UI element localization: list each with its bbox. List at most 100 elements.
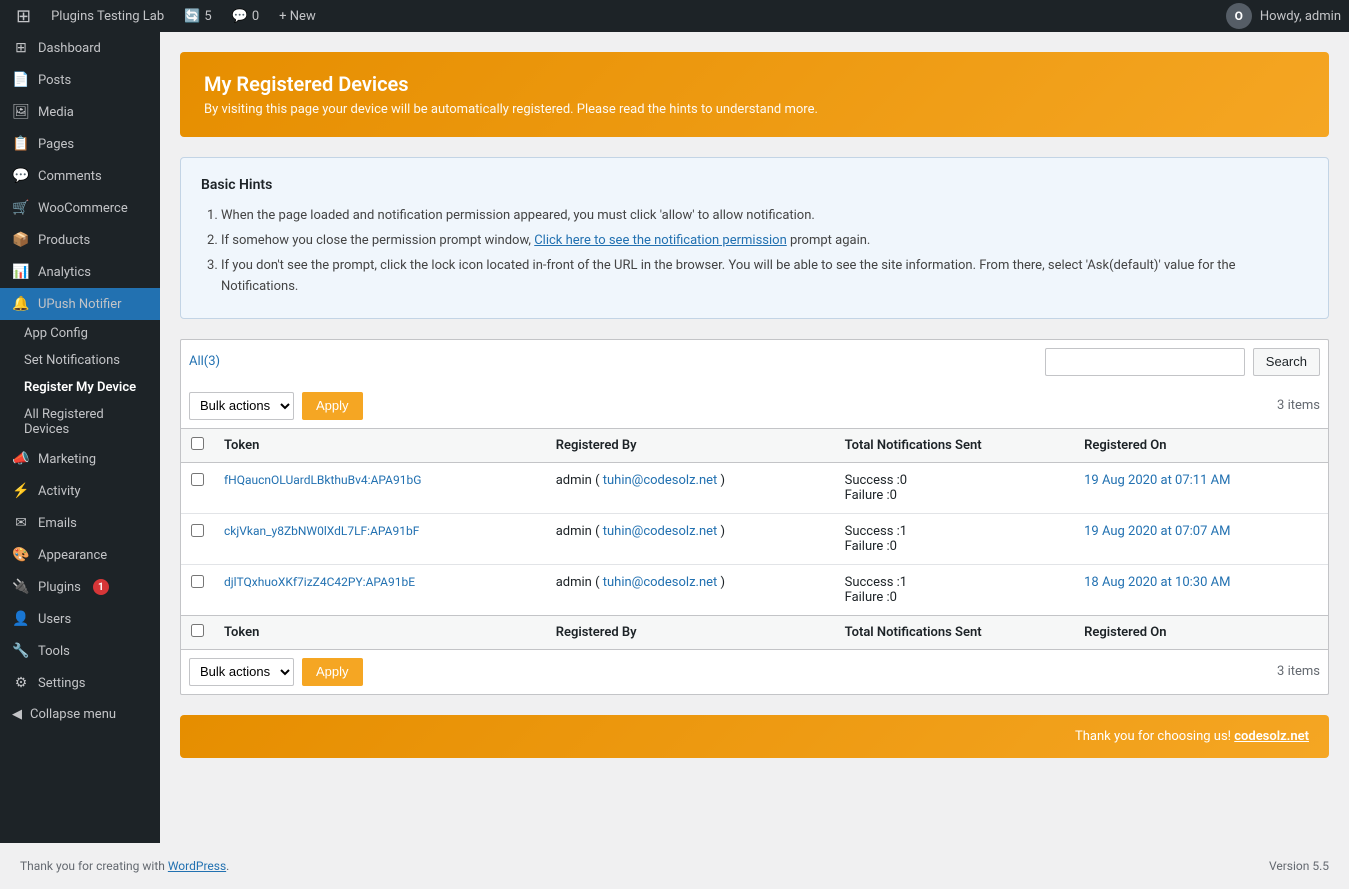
col-registered-on: Registered On <box>1074 428 1328 462</box>
col-registered-by: Registered By <box>546 428 835 462</box>
failure-count-2: Failure :0 <box>845 539 1065 554</box>
sidebar-sub-set-notifications[interactable]: Set Notifications <box>0 347 160 374</box>
row-checkbox <box>181 462 214 513</box>
sidebar-item-woocommerce[interactable]: 🛒 WooCommerce <box>0 192 160 224</box>
collapse-icon: ◀ <box>12 707 22 722</box>
sidebar-item-pages[interactable]: 📋 Pages <box>0 128 160 160</box>
avatar[interactable]: O <box>1226 3 1252 29</box>
upush-icon: 🔔 <box>12 296 30 312</box>
bulk-actions-select-bottom[interactable]: Bulk actions Delete <box>189 658 294 686</box>
footer-banner: Thank you for choosing us! codesolz.net <box>180 715 1329 758</box>
tablenav-top: All(3) Search <box>181 340 1328 384</box>
sidebar-item-label: Marketing <box>38 452 96 467</box>
bulk-actions-select-top[interactable]: Bulk actions Delete <box>189 392 294 420</box>
plugins-icon: 🔌 <box>12 579 30 595</box>
sidebar-item-upush[interactable]: 🔔 UPush Notifier <box>0 288 160 320</box>
sidebar-item-users[interactable]: 👤 Users <box>0 603 160 635</box>
success-count-2: Success :1 <box>845 524 1065 539</box>
select-all-checkbox-bottom[interactable] <box>191 624 204 637</box>
email-link-1[interactable]: tuhin@codesolz.net <box>603 473 718 488</box>
apply-button-top[interactable]: Apply <box>302 392 363 420</box>
sidebar-item-products[interactable]: 📦 Products <box>0 224 160 256</box>
col-token-footer: Token <box>214 615 546 649</box>
updates-icon: 🔄 <box>184 9 200 24</box>
row-checkbox <box>181 564 214 615</box>
apply-button-bottom[interactable]: Apply <box>302 658 363 686</box>
new-content-button[interactable]: + New <box>271 0 324 32</box>
main-content: My Registered Devices By visiting this p… <box>160 32 1349 843</box>
row-checkbox-2[interactable] <box>191 524 204 537</box>
sidebar-sub-app-config[interactable]: App Config <box>0 320 160 347</box>
emails-icon: ✉ <box>12 515 30 531</box>
updates-button[interactable]: 🔄 5 <box>176 0 220 32</box>
notifications-cell: Success :1 Failure :0 <box>835 564 1075 615</box>
site-name-button[interactable]: Plugins Testing Lab <box>43 0 172 32</box>
settings-icon: ⚙ <box>12 675 30 691</box>
wordpress-link[interactable]: WordPress <box>168 859 226 873</box>
tools-icon: 🔧 <box>12 643 30 659</box>
sidebar-sub-all-registered[interactable]: All Registered Devices <box>0 401 160 443</box>
sidebar-item-marketing[interactable]: 📣 Marketing <box>0 443 160 475</box>
footer-banner-link[interactable]: codesolz.net <box>1234 729 1309 744</box>
token-link-2[interactable]: ckjVkan_y8ZbNW0lXdL7LF:APA91bF <box>224 524 419 538</box>
select-all-checkbox-top[interactable] <box>191 437 204 450</box>
reg-date-1: 19 Aug 2020 at 07:11 AM <box>1084 473 1230 488</box>
sidebar-item-appearance[interactable]: 🎨 Appearance <box>0 539 160 571</box>
sidebar-item-plugins[interactable]: 🔌 Plugins 1 <box>0 571 160 603</box>
collapse-menu-button[interactable]: ◀ Collapse menu <box>0 699 160 730</box>
sidebar-item-label: Media <box>38 105 74 120</box>
comments-icon: 💬 <box>232 9 248 24</box>
row-checkbox-3[interactable] <box>191 575 204 588</box>
sidebar-item-label: Emails <box>38 516 77 531</box>
sidebar-item-dashboard[interactable]: ⊞ Dashboard <box>0 32 160 64</box>
sidebar-item-posts[interactable]: 📄 Posts <box>0 64 160 96</box>
sidebar-item-tools[interactable]: 🔧 Tools <box>0 635 160 667</box>
search-button[interactable]: Search <box>1253 348 1320 376</box>
sidebar-item-settings[interactable]: ⚙ Settings <box>0 667 160 699</box>
row-checkbox-1[interactable] <box>191 473 204 486</box>
sidebar-item-label: Posts <box>38 73 71 88</box>
marketing-icon: 📣 <box>12 451 30 467</box>
users-icon: 👤 <box>12 611 30 627</box>
sidebar-item-activity[interactable]: ⚡ Activity <box>0 475 160 507</box>
hint-2-suffix: prompt again. <box>787 233 871 248</box>
token-link-1[interactable]: fHQaucnOLUardLBkthuBv4:APA91bG <box>224 473 421 487</box>
col-registered-by-footer: Registered By <box>546 615 835 649</box>
plugins-badge: 1 <box>93 579 109 595</box>
wp-logo-button[interactable]: ⊞ <box>8 0 39 32</box>
reg-date-3: 18 Aug 2020 at 10:30 AM <box>1084 575 1230 590</box>
success-count-1: Success :0 <box>845 473 1065 488</box>
sidebar-item-label: Settings <box>38 676 85 691</box>
token-link-3[interactable]: djlTQxhuoXKf7izZ4C42PY:APA91bE <box>224 575 415 589</box>
filter-all-tab[interactable]: All(3) <box>189 354 220 369</box>
table-row: djlTQxhuoXKf7izZ4C42PY:APA91bE admin ( t… <box>181 564 1328 615</box>
version-text: Version 5.5 <box>1269 859 1329 873</box>
sidebar-item-comments[interactable]: 💬 Comments <box>0 160 160 192</box>
posts-icon: 📄 <box>12 72 30 88</box>
sidebar-sub-register-my-device[interactable]: Register My Device <box>0 374 160 401</box>
search-input[interactable] <box>1045 348 1245 376</box>
activity-icon: ⚡ <box>12 483 30 499</box>
token-cell: ckjVkan_y8ZbNW0lXdL7LF:APA91bF <box>214 513 546 564</box>
hint-item-1: When the page loaded and notification pe… <box>221 206 1308 227</box>
footer-banner-text: Thank you for choosing us! <box>1075 729 1231 744</box>
registered-on-cell: 18 Aug 2020 at 10:30 AM <box>1074 564 1328 615</box>
sidebar-item-label: Tools <box>38 644 70 659</box>
pages-icon: 📋 <box>12 136 30 152</box>
sidebar-item-emails[interactable]: ✉ Emails <box>0 507 160 539</box>
sidebar-item-analytics[interactable]: 📊 Analytics <box>0 256 160 288</box>
woocommerce-icon: 🛒 <box>12 200 30 216</box>
hint-permission-link[interactable]: Click here to see the notification permi… <box>534 233 787 248</box>
email-link-2[interactable]: tuhin@codesolz.net <box>603 524 718 539</box>
sidebar-item-media[interactable]: 🖼 Media <box>0 96 160 128</box>
table-row: fHQaucnOLUardLBkthuBv4:APA91bG admin ( t… <box>181 462 1328 513</box>
sidebar-item-label: Users <box>38 612 71 627</box>
registered-by-2: admin ( tuhin@codesolz.net ) <box>556 524 725 539</box>
row-checkbox <box>181 513 214 564</box>
page-title: My Registered Devices <box>204 72 1305 96</box>
token-cell: djlTQxhuoXKf7izZ4C42PY:APA91bE <box>214 564 546 615</box>
sidebar-item-label: Comments <box>38 169 102 184</box>
comments-button[interactable]: 💬 0 <box>224 0 268 32</box>
email-link-3[interactable]: tuhin@codesolz.net <box>603 575 718 590</box>
table-row: ckjVkan_y8ZbNW0lXdL7LF:APA91bF admin ( t… <box>181 513 1328 564</box>
